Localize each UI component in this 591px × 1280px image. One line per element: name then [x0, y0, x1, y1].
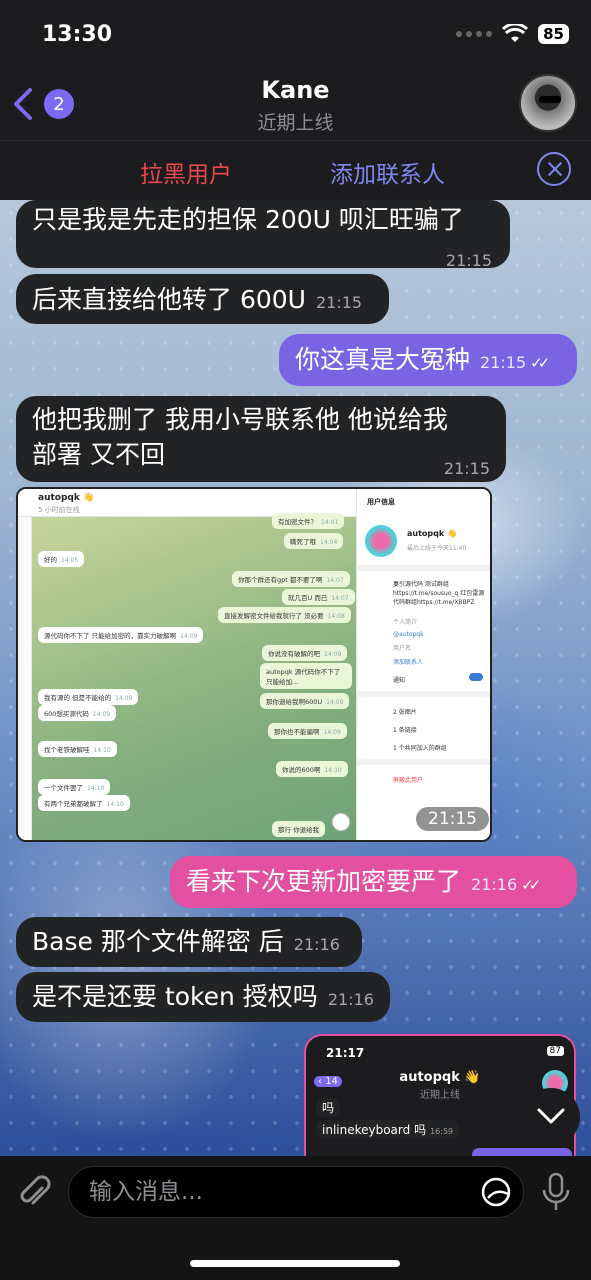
message-time: 21:15	[315, 293, 363, 312]
message-bubble[interactable]: 他把我删了 我用小号联系他 他说给我 部署 又不回 21:15	[16, 396, 506, 482]
embedded-battery: 87	[546, 1046, 564, 1056]
embedded-message: 吗	[316, 1098, 341, 1117]
embedded-info-groups: 1 个共同加入的群组	[393, 745, 447, 752]
embedded-info-status: 最后上线于今天11:40	[407, 545, 467, 552]
embedded-info-photos: 2 张图片	[393, 709, 417, 716]
message-text: 你这真是大冤种	[295, 345, 471, 374]
embedded-chat-name: autopqk 👋	[38, 493, 95, 503]
embedded-status-time: 21:17	[326, 1046, 365, 1060]
chat-header: 2 Kane 近期上线	[0, 70, 591, 140]
message-bubble[interactable]: 后来直接给他转了 600U 21:15	[16, 274, 389, 324]
scroll-down-button[interactable]	[522, 1088, 580, 1146]
message-time: 21:16	[471, 875, 518, 894]
message-bubble[interactable]: 你这真是大冤种 21:15 ✓✓	[279, 334, 577, 386]
message-time: 21:15	[480, 353, 527, 372]
embedded-message: 你那个群还有gpt 都不要了啊 14:07	[232, 571, 350, 587]
embedded-user-info-panel: 用户信息 autopqk 👋 最后上线于今天11:40 妻引源代码 测试群组ht…	[356, 489, 490, 840]
message-bubble[interactable]: 看来下次更新加密要严了 21:16 ✓✓	[170, 856, 577, 908]
home-indicator	[190, 1260, 400, 1267]
embedded-message: 瞒死了哦 14:04	[284, 533, 344, 549]
embedded-info-username: @autopqk	[393, 631, 424, 638]
embedded-info-name: autopqk 👋	[407, 529, 457, 538]
message-time: 21:15	[443, 459, 490, 478]
microphone-icon[interactable]	[541, 1172, 571, 1212]
signal-icon	[456, 31, 493, 37]
contact-action-bar: 拉黑用户 添加联系人	[0, 140, 591, 200]
embedded-message: 找个老铁破解哇 14:10	[38, 741, 117, 757]
message-text: 他把我删了 我用小号联系他 他说给我	[32, 405, 448, 434]
embedded-avatar	[365, 525, 397, 557]
status-bar: 13:30 85	[0, 0, 591, 70]
embedded-info-links: 1 条链接	[393, 727, 417, 734]
read-checkmark-icon: ✓✓	[521, 876, 541, 894]
embedded-message: 有两个兄弟都破解了 14:10	[38, 795, 130, 811]
message-input-bar	[0, 1156, 591, 1280]
embedded-message: 那行 你退给我	[272, 821, 326, 837]
embedded-message: 那你也不能骗啊 14:09	[268, 723, 347, 739]
embedded-info-block: 屏蔽此用户	[393, 777, 424, 784]
embedded-info-username-label: 用户名	[393, 645, 412, 652]
block-user-button[interactable]: 拉黑用户	[140, 155, 232, 189]
embedded-chat-name: autopqk 👋	[399, 1070, 481, 1085]
embedded-outgoing-bubble	[472, 1148, 572, 1156]
chat-list-strip	[18, 517, 32, 840]
embedded-message: 好的 14:05	[38, 551, 85, 567]
image-time-badge: 21:15	[416, 807, 489, 831]
embedded-message: 你说没有破解的吧 14:09	[262, 645, 348, 661]
embedded-info-bio: 妻引源代码 测试群组https://t.me/sousuo_q 红包雷源代码群组…	[393, 581, 485, 606]
message-bubble[interactable]: 是不是还要 token 授权吗 21:16	[16, 972, 390, 1022]
battery-level: 85	[538, 24, 569, 44]
paperclip-icon[interactable]	[16, 1174, 52, 1214]
embedded-message: 源代码你不下了 只能给加密的，靠实力破解啊 14:09	[38, 627, 204, 643]
sticker-icon[interactable]	[480, 1176, 512, 1208]
chevron-down-icon	[537, 1108, 565, 1124]
message-text: 部署 又不回	[32, 440, 165, 469]
message-text: Base 那个文件解密 后	[32, 927, 284, 956]
embedded-message: 有加密文件？ 14:01	[272, 513, 345, 529]
embedded-info-bio-label: 个人简介	[393, 619, 418, 626]
embedded-info-add-contact: 添加联系人	[393, 659, 424, 666]
embedded-message: 那你退给我啊600U 14:09	[260, 693, 350, 709]
embedded-notify-toggle	[469, 673, 483, 681]
embedded-chat-area: 有加密文件？ 14:01 瞒死了哦 14:04 好的 14:05 你那个群还有gpt …	[32, 513, 356, 840]
close-icon[interactable]	[537, 152, 571, 186]
embedded-info-header: 用户信息	[367, 498, 395, 506]
chat-title[interactable]: Kane	[0, 76, 591, 104]
status-time: 13:30	[42, 22, 113, 47]
embedded-message: 就几百U 而已 14:07	[282, 589, 355, 605]
message-text: 看来下次更新加密要严了	[186, 867, 462, 896]
wifi-icon	[502, 24, 529, 42]
message-bubble[interactable]: Base 那个文件解密 后 21:16	[16, 917, 362, 967]
chat-status: 近期上线	[257, 112, 334, 134]
embedded-message: 你说的600啊 14:10	[276, 761, 348, 777]
add-contact-button[interactable]: 添加联系人	[330, 155, 445, 189]
message-input[interactable]	[68, 1166, 524, 1218]
image-message[interactable]: autopqk 👋 5 小时前在线 有加密文件？ 14:01 瞒死了哦 14:04 …	[16, 487, 492, 842]
message-time: 21:16	[293, 935, 340, 954]
embedded-message: 直接发解密文件给我就行了 没必要 14:08	[218, 607, 351, 623]
status-icons: 85	[456, 24, 569, 44]
read-checkmark-icon: ✓✓	[530, 354, 550, 372]
embedded-message: 600想买源代码 14:09	[38, 705, 117, 721]
embedded-chat-status: 5 小时前在线	[38, 506, 80, 514]
message-bubble[interactable]: 只是我是先走的担保 200U 呗汇旺骗了 21:15	[16, 200, 510, 270]
message-time: 21:15	[445, 251, 492, 270]
embedded-message: 一个文件罢了 14:10	[38, 779, 111, 795]
embedded-scroll-down-icon	[332, 813, 350, 831]
message-time: 21:16	[327, 990, 374, 1009]
embedded-message: 我有源的 但是不能给的 14:09	[38, 689, 139, 705]
embedded-message: autopqk 源代码你不下了 只能给加...	[260, 663, 352, 689]
embedded-message: inlinekeyboard 吗 16:59	[316, 1120, 460, 1139]
message-text: 后来直接给他转了 600U	[32, 285, 306, 314]
message-text: 只是我是先走的担保 200U 呗汇旺骗了	[32, 205, 464, 234]
message-text: 是不是还要 token 授权吗	[32, 982, 318, 1011]
avatar[interactable]	[519, 74, 577, 132]
